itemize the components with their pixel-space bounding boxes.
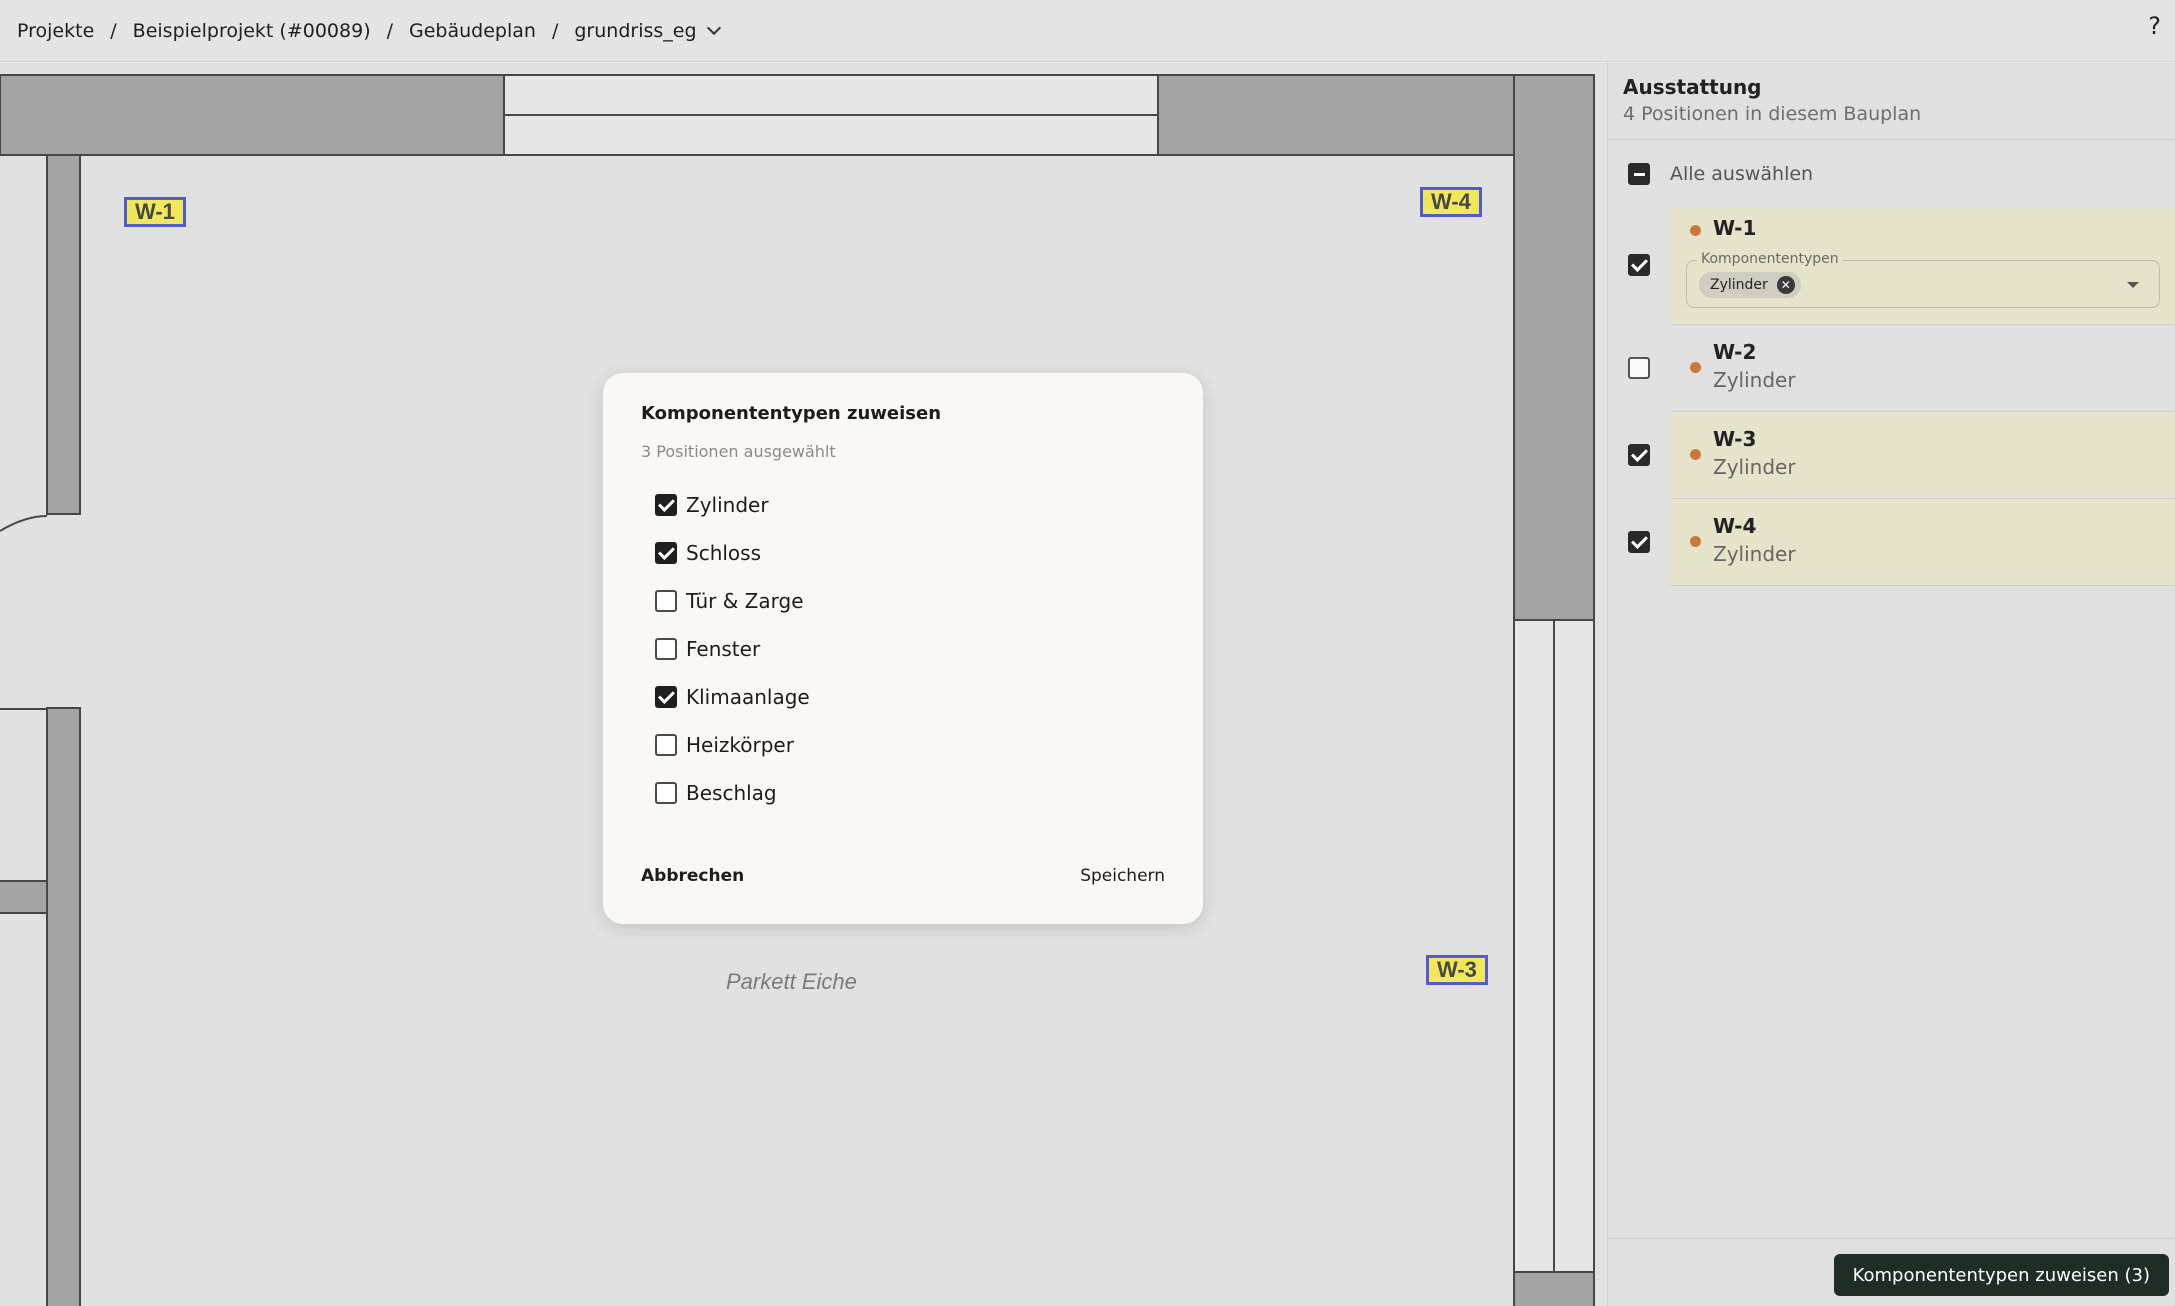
option-beschlag[interactable]: Beschlag [641,769,1165,817]
checkbox[interactable] [655,542,677,564]
checkbox[interactable] [655,734,677,756]
breadcrumb-project[interactable]: Beispielprojekt (#00089) [133,20,371,42]
select-all-label: Alle auswählen [1670,163,1814,185]
item-card[interactable]: W-1 Komponententypen Zylinder ✕ [1671,208,2175,325]
chevron-down-icon[interactable] [706,20,721,35]
item-checkbox[interactable] [1628,444,1650,466]
item-checkbox[interactable] [1628,531,1650,553]
checkbox[interactable] [655,782,677,804]
breadcrumb: Projekte / Beispielprojekt (#00089) / Ge… [0,0,2175,62]
checkbox[interactable] [655,590,677,612]
checkbox[interactable] [655,638,677,660]
breadcrumb-building-plan[interactable]: Gebäudeplan [409,20,536,42]
item-type: Zylinder [1713,368,1796,392]
item-type: Zylinder [1713,542,1796,566]
cancel-button[interactable]: Abbrechen [641,866,744,886]
status-dot-icon [1690,449,1701,460]
breadcrumb-projekte[interactable]: Projekte [17,20,94,42]
select-all-checkbox[interactable] [1628,163,1650,185]
item-name: W-2 [1713,340,1757,364]
breadcrumb-file[interactable]: grundriss_eg [574,20,696,42]
breadcrumb-separator: / [386,19,394,42]
select-all[interactable]: Alle auswählen [1628,163,1813,185]
item-checkbox[interactable] [1628,357,1650,379]
option-zylinder[interactable]: Zylinder [641,481,1165,529]
list-item[interactable]: W-2 Zylinder [1608,325,2175,412]
option-schloss[interactable]: Schloss [641,529,1165,577]
sidebar-subtitle: 4 Positionen in diesem Bauplan [1623,103,1922,125]
equipment-sidebar: Ausstattung 4 Positionen in diesem Baupl… [1607,63,2175,1306]
assign-component-types-dialog: Komponententypen zuweisen 3 Positionen a… [603,373,1203,924]
save-button[interactable]: Speichern [1080,866,1165,886]
checkbox[interactable] [655,686,677,708]
status-dot-icon [1690,225,1701,236]
dialog-title: Komponententypen zuweisen [641,403,942,424]
remove-chip-icon[interactable]: ✕ [1776,276,1795,294]
component-type-options: Zylinder Schloss Tür & Zarge Fenster Kli… [641,481,1165,817]
option-tuer-zarge[interactable]: Tür & Zarge [641,577,1165,625]
item-name: W-4 [1713,514,1757,538]
item-name: W-3 [1713,427,1757,451]
list-item[interactable]: W-4 Zylinder [1608,499,2175,586]
chip-label: Zylinder [1710,277,1768,293]
divider [1608,139,2175,140]
component-types-select[interactable]: Komponententypen Zylinder ✕ [1686,251,2160,308]
item-name: W-1 [1713,216,1757,240]
item-type: Zylinder [1713,455,1796,479]
list-item[interactable]: W-1 Komponententypen Zylinder ✕ [1608,208,2175,325]
breadcrumb-separator: / [110,19,117,42]
item-checkbox[interactable] [1628,254,1650,276]
sidebar-footer [1608,1238,2175,1239]
dropdown-arrow-icon[interactable] [2127,282,2139,288]
item-card[interactable]: W-3 Zylinder [1671,412,2175,499]
option-heizkoerper[interactable]: Heizkörper [641,721,1165,769]
option-klimaanlage[interactable]: Klimaanlage [641,673,1165,721]
item-card[interactable]: W-2 Zylinder [1671,325,2175,412]
component-chip: Zylinder ✕ [1699,272,1801,298]
list-item[interactable]: W-3 Zylinder [1608,412,2175,499]
status-dot-icon [1690,362,1701,373]
assign-component-types-button[interactable]: Komponententypen zuweisen (3) [1833,1254,2169,1296]
field-label: Komponententypen [1697,251,1843,267]
option-fenster[interactable]: Fenster [641,625,1165,673]
status-dot-icon [1690,536,1701,547]
help-icon[interactable]: ? [2148,12,2161,40]
checkbox[interactable] [655,494,677,516]
item-card[interactable]: W-4 Zylinder [1671,499,2175,586]
breadcrumb-separator: / [551,19,559,42]
dialog-subtitle: 3 Positionen ausgewählt [641,442,836,461]
sidebar-title: Ausstattung [1623,75,1762,99]
